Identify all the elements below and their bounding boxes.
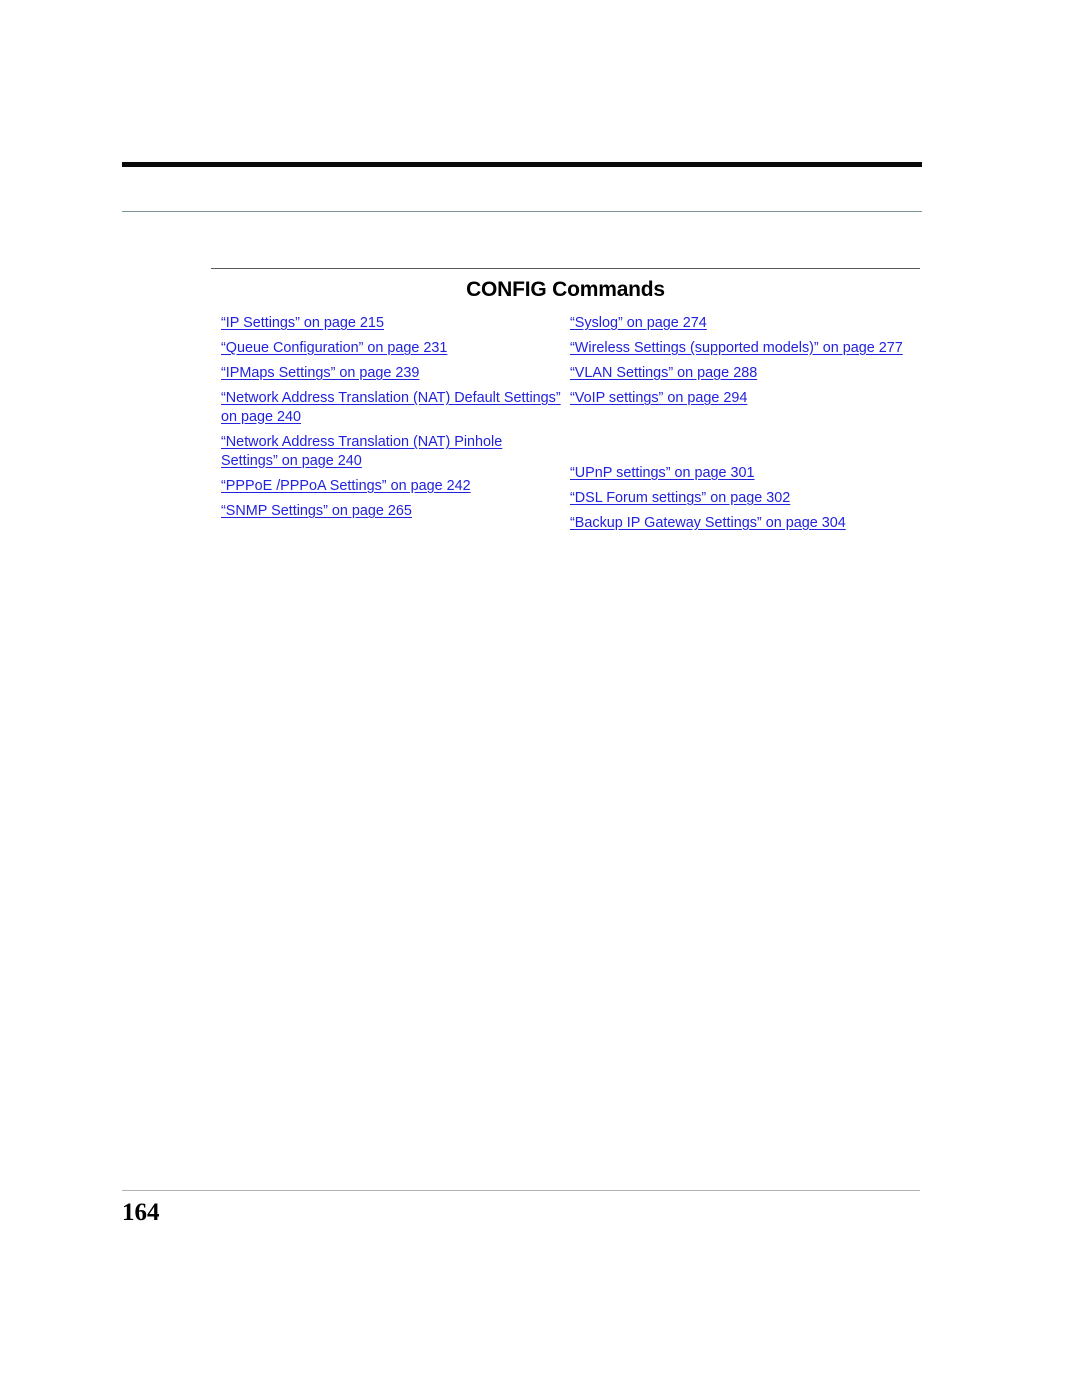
cross-reference-link[interactable]: “Syslog” on page 274	[570, 315, 707, 331]
cross-reference-link[interactable]: “VLAN Settings” on page 288	[570, 365, 757, 381]
cross-reference-item: “Network Address Translation (NAT) Pinho…	[221, 433, 561, 470]
cross-reference-link[interactable]: “Queue Configuration” on page 231	[221, 340, 447, 356]
cross-reference-item: “PPPoE /PPPoA Settings” on page 242	[221, 477, 561, 495]
cross-reference-item: “IP Settings” on page 215	[221, 314, 561, 332]
cross-reference-item: “Queue Configuration” on page 231	[221, 339, 561, 357]
cross-reference-link[interactable]: “DSL Forum settings” on page 302	[570, 490, 790, 506]
page-number: 164	[122, 1199, 160, 1226]
cross-reference-item: “Backup IP Gateway Settings” on page 304	[570, 514, 921, 532]
cross-reference-item: “VLAN Settings” on page 288	[570, 364, 921, 382]
document-page: CONFIG Commands “IP Settings” on page 21…	[0, 0, 1080, 1397]
header-rule-thick	[122, 162, 922, 167]
footer-rule	[122, 1190, 920, 1191]
cross-reference-link[interactable]: “UPnP settings” on page 301	[570, 465, 755, 481]
cross-reference-link[interactable]: “Network Address Translation (NAT) Defau…	[221, 390, 561, 425]
cross-reference-item: “IPMaps Settings” on page 239	[221, 364, 561, 382]
page-header: CONFIG Commands	[211, 268, 920, 301]
column-alignment-spacer	[570, 439, 921, 457]
cross-reference-item: “SNMP Settings” on page 265	[221, 502, 561, 520]
cross-reference-link[interactable]: “Wireless Settings (supported models)” o…	[570, 340, 903, 356]
cross-reference-item: “VoIP settings” on page 294	[570, 389, 921, 407]
cross-reference-link[interactable]: “VoIP settings” on page 294	[570, 390, 747, 406]
cross-reference-item: “Wireless Settings (supported models)” o…	[570, 339, 921, 357]
cross-reference-item: “Syslog” on page 274	[570, 314, 921, 332]
cross-reference-column-left: “IP Settings” on page 215 “Queue Configur…	[221, 314, 561, 527]
cross-reference-link[interactable]: “Backup IP Gateway Settings” on page 304	[570, 515, 846, 531]
title-divider	[211, 268, 920, 269]
cross-reference-item: “UPnP settings” on page 301	[570, 464, 921, 482]
cross-reference-item: “DSL Forum settings” on page 302	[570, 489, 921, 507]
cross-reference-link[interactable]: “Network Address Translation (NAT) Pinho…	[221, 434, 502, 469]
cross-reference-link[interactable]: “PPPoE /PPPoA Settings” on page 242	[221, 478, 471, 494]
cross-reference-link[interactable]: “IPMaps Settings” on page 239	[221, 365, 419, 381]
header-rule-thin	[122, 211, 922, 212]
page-title: CONFIG Commands	[466, 278, 665, 301]
cross-reference-column-right: “Syslog” on page 274 “Wireless Settings (…	[570, 314, 921, 539]
cross-reference-item: “Network Address Translation (NAT) Defau…	[221, 389, 561, 426]
cross-reference-link[interactable]: “IP Settings” on page 215	[221, 315, 384, 331]
column-alignment-spacer	[570, 414, 921, 432]
cross-reference-link[interactable]: “SNMP Settings” on page 265	[221, 503, 412, 519]
